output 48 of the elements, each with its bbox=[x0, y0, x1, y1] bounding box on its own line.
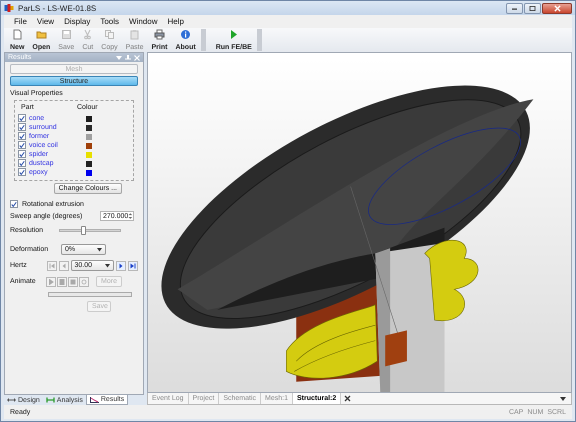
close-icon bbox=[344, 395, 352, 402]
menu-item[interactable]: Tools bbox=[96, 17, 124, 26]
checkbox[interactable] bbox=[18, 150, 26, 158]
window-title: ParLS - LS-WE-01.8S bbox=[18, 4, 98, 12]
checkbox[interactable] bbox=[18, 168, 26, 176]
dropdown-icon bbox=[560, 396, 566, 400]
media-button[interactable] bbox=[128, 260, 138, 270]
checkbox[interactable] bbox=[18, 141, 26, 149]
close-button[interactable] bbox=[542, 2, 572, 14]
menu-item[interactable]: Window bbox=[125, 17, 162, 26]
checkbox[interactable] bbox=[18, 123, 26, 131]
copy-icon bbox=[104, 29, 115, 40]
printer-icon bbox=[154, 29, 165, 40]
skip-start-icon bbox=[48, 262, 55, 268]
bracket-icon bbox=[46, 397, 55, 403]
minimize-button[interactable] bbox=[506, 2, 523, 14]
skip-end-icon bbox=[130, 262, 136, 268]
pin-icon bbox=[125, 54, 131, 60]
menu-item[interactable]: File bbox=[10, 17, 31, 26]
stop-icon bbox=[70, 278, 76, 284]
menu-item[interactable]: Display bbox=[60, 17, 94, 26]
play-icon bbox=[48, 278, 54, 284]
dropdown-arrow-icon bbox=[105, 264, 110, 268]
close-icon bbox=[554, 4, 560, 12]
clipboard-icon bbox=[129, 29, 140, 40]
dropdown-icon bbox=[116, 54, 122, 60]
slider-thumb[interactable] bbox=[80, 226, 86, 234]
3d-viewport[interactable] bbox=[147, 52, 572, 393]
checkbox[interactable] bbox=[18, 114, 26, 122]
spinner-arrows-icon[interactable] bbox=[128, 212, 133, 220]
menu-item[interactable]: Help bbox=[163, 17, 188, 26]
checkbox[interactable] bbox=[10, 200, 18, 208]
checkbox[interactable] bbox=[18, 132, 26, 140]
close-icon bbox=[134, 54, 140, 60]
info-circle-icon bbox=[180, 29, 192, 40]
step-forward-icon bbox=[118, 262, 124, 268]
maximize-icon bbox=[529, 6, 536, 10]
scissors-icon bbox=[82, 29, 94, 40]
dropdown-arrow-icon bbox=[97, 248, 102, 252]
media-button[interactable] bbox=[116, 260, 126, 270]
checkbox[interactable] bbox=[18, 159, 26, 167]
minimize-icon bbox=[511, 6, 518, 10]
step-back-icon bbox=[60, 262, 67, 268]
app-logo-icon bbox=[4, 3, 14, 13]
arrows-icon bbox=[7, 397, 16, 403]
maximize-button[interactable] bbox=[524, 2, 541, 14]
chart-icon bbox=[90, 396, 99, 402]
menu-item[interactable]: View bbox=[32, 17, 58, 26]
